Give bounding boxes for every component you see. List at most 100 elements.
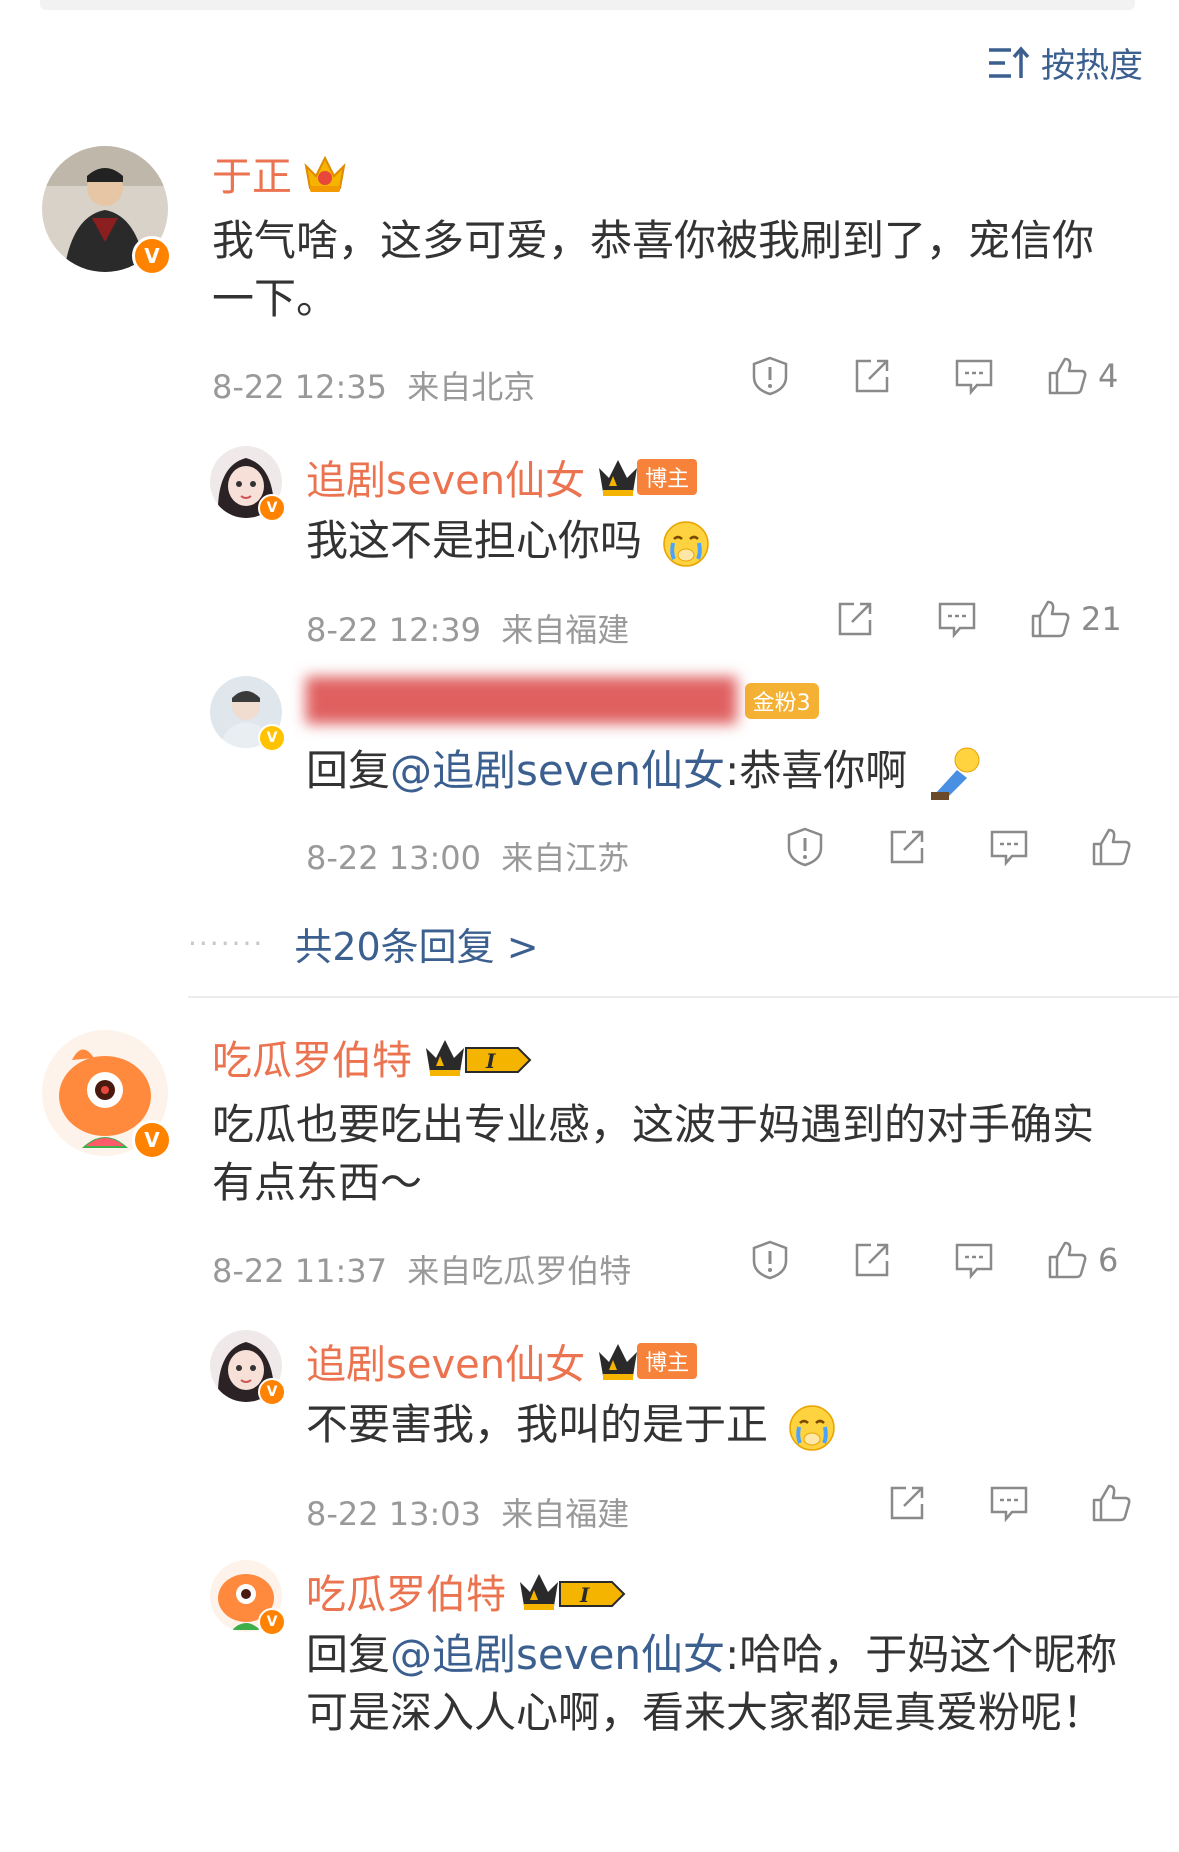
avatar-chigua-robert[interactable]: V — [42, 1030, 172, 1160]
blogger-badge: 博主 — [595, 1340, 698, 1382]
sort-by-hot-button[interactable]: 按热度 — [987, 38, 1143, 87]
thumbs-up-icon — [1048, 357, 1087, 395]
reply-text: 回复@追剧seven仙女:恭喜你啊 — [306, 742, 1146, 804]
top-divider — [40, 0, 1135, 10]
comment-icon — [955, 359, 993, 396]
verified-v-icon: V — [258, 724, 286, 752]
report-button[interactable] — [740, 355, 800, 397]
kneeling-emoji-icon — [930, 747, 980, 800]
report-button[interactable] — [740, 1239, 800, 1281]
share-icon — [855, 359, 889, 393]
avatar-seven[interactable]: V — [210, 1330, 286, 1406]
comment-time: 8-22 12:35 — [212, 368, 388, 406]
like-count: 21 — [1081, 600, 1122, 638]
thumbs-up-icon — [1031, 600, 1070, 638]
thumbs-up-icon — [1048, 1241, 1087, 1279]
share-button[interactable] — [842, 355, 902, 397]
like-count: 4 — [1098, 357, 1119, 395]
report-shield-icon — [752, 1240, 788, 1280]
comment-icon — [938, 602, 976, 639]
share-button[interactable] — [825, 598, 885, 640]
reply-text: 我这不是担心你吗 — [306, 512, 1146, 570]
verified-v-icon: V — [132, 1120, 172, 1160]
reply-author-name[interactable]: 追剧seven仙女 博主 — [306, 448, 698, 506]
svg-text:I: I — [485, 1049, 496, 1073]
share-icon — [838, 602, 872, 636]
reply-text: 不要害我，我叫的是于正 — [306, 1396, 1146, 1454]
share-icon — [855, 1243, 889, 1277]
crying-emoji-icon — [663, 520, 710, 567]
vip-level-icon: I — [426, 1040, 532, 1076]
reply-button[interactable] — [944, 355, 1004, 397]
avatar-yuzheng[interactable]: V — [42, 146, 172, 276]
share-button[interactable] — [877, 1482, 937, 1524]
comment-actions: 4 — [740, 355, 1118, 397]
reply-button[interactable] — [944, 1239, 1004, 1281]
verified-v-icon: V — [258, 1608, 286, 1636]
report-shield-icon — [752, 356, 788, 396]
share-button[interactable] — [842, 1239, 902, 1281]
verified-v-icon: V — [132, 236, 172, 276]
reply-actions: 21 — [825, 598, 1122, 640]
reply-button[interactable] — [927, 598, 987, 640]
sort-label: 按热度 — [1041, 46, 1143, 86]
crying-emoji-icon — [789, 1404, 836, 1451]
dots-divider: ······· — [188, 927, 265, 960]
comment-icon — [990, 1486, 1028, 1523]
like-button[interactable] — [1081, 826, 1141, 868]
svg-text:I: I — [579, 1583, 590, 1607]
reply-actions — [877, 1482, 1141, 1524]
commenter-name[interactable]: 吃瓜罗伯特 I — [212, 1028, 532, 1086]
view-more-replies[interactable]: ······· 共20条回复 > — [188, 916, 539, 971]
thumbs-up-icon — [1092, 1484, 1131, 1522]
like-button[interactable]: 21 — [1029, 598, 1122, 640]
avatar-seven[interactable]: V — [210, 446, 286, 522]
blogger-tag: 博主 — [637, 1343, 698, 1379]
comment-icon — [990, 830, 1028, 867]
comment-meta: 8-22 12:35 来自北京 — [212, 362, 535, 408]
reply-author-name[interactable]: ██████████████ 金粉3 — [306, 678, 819, 724]
blurred-username: ██████████████ — [306, 678, 737, 724]
comment-text: 吃瓜也要吃出专业感，这波于妈遇到的对手确实有点东西～ — [212, 1100, 1095, 1207]
comment-divider — [188, 996, 1179, 998]
commenter-name[interactable]: 于正 — [212, 144, 348, 202]
comment-meta: 8-22 11:37 来自吃瓜罗伯特 — [212, 1252, 632, 1290]
comment-location: 来自北京 — [407, 368, 536, 406]
reply-meta: 8-22 12:39 来自福建 — [306, 611, 630, 649]
crown-icon — [599, 460, 638, 496]
share-icon — [890, 1486, 924, 1520]
verified-v-icon: V — [258, 1378, 286, 1406]
blogger-badge: 博主 — [595, 456, 698, 498]
mention-link[interactable]: @追剧seven仙女 — [390, 1630, 725, 1679]
comment-actions: 6 — [740, 1239, 1118, 1281]
reply-button[interactable] — [979, 826, 1039, 868]
vip-crown-icon — [304, 155, 346, 192]
reply-text: 回复@追剧seven仙女:哈哈，于妈这个昵称可是深入人心啊，看来大家都是真爱粉呢… — [306, 1630, 1118, 1737]
report-button[interactable] — [775, 826, 835, 868]
share-icon — [890, 830, 924, 864]
share-button[interactable] — [877, 826, 937, 868]
sort-icon — [989, 45, 1030, 78]
like-button[interactable]: 4 — [1046, 355, 1118, 397]
report-shield-icon — [787, 827, 823, 867]
like-count: 6 — [1098, 1241, 1119, 1279]
mention-link[interactable]: @追剧seven仙女 — [390, 746, 725, 795]
reply-author-name[interactable]: 追剧seven仙女 博主 — [306, 1332, 698, 1390]
reply-author-name[interactable]: 吃瓜罗伯特 I — [306, 1562, 626, 1620]
comment-icon — [955, 1243, 993, 1280]
avatar-blurred-user[interactable]: V — [210, 676, 286, 752]
blogger-tag: 博主 — [637, 459, 698, 495]
gold-fan-badge: 金粉3 — [744, 683, 819, 719]
vip-level-icon: I — [520, 1574, 626, 1610]
like-button[interactable]: 6 — [1046, 1239, 1118, 1281]
reply-meta: 8-22 13:00 来自江苏 — [306, 839, 630, 877]
verified-v-icon: V — [258, 494, 286, 522]
crown-icon — [599, 1344, 638, 1380]
thumbs-up-icon — [1092, 828, 1131, 866]
reply-meta: 8-22 13:03 来自福建 — [306, 1495, 630, 1533]
avatar-chigua-robert[interactable]: V — [210, 1560, 286, 1636]
reply-button[interactable] — [979, 1482, 1039, 1524]
more-replies-link[interactable]: 共20条回复 > — [294, 916, 538, 971]
comment-text: 我气啥，这多可爱，恭喜你被我刷到了，宠信你一下。 — [212, 216, 1095, 323]
like-button[interactable] — [1081, 1482, 1141, 1524]
